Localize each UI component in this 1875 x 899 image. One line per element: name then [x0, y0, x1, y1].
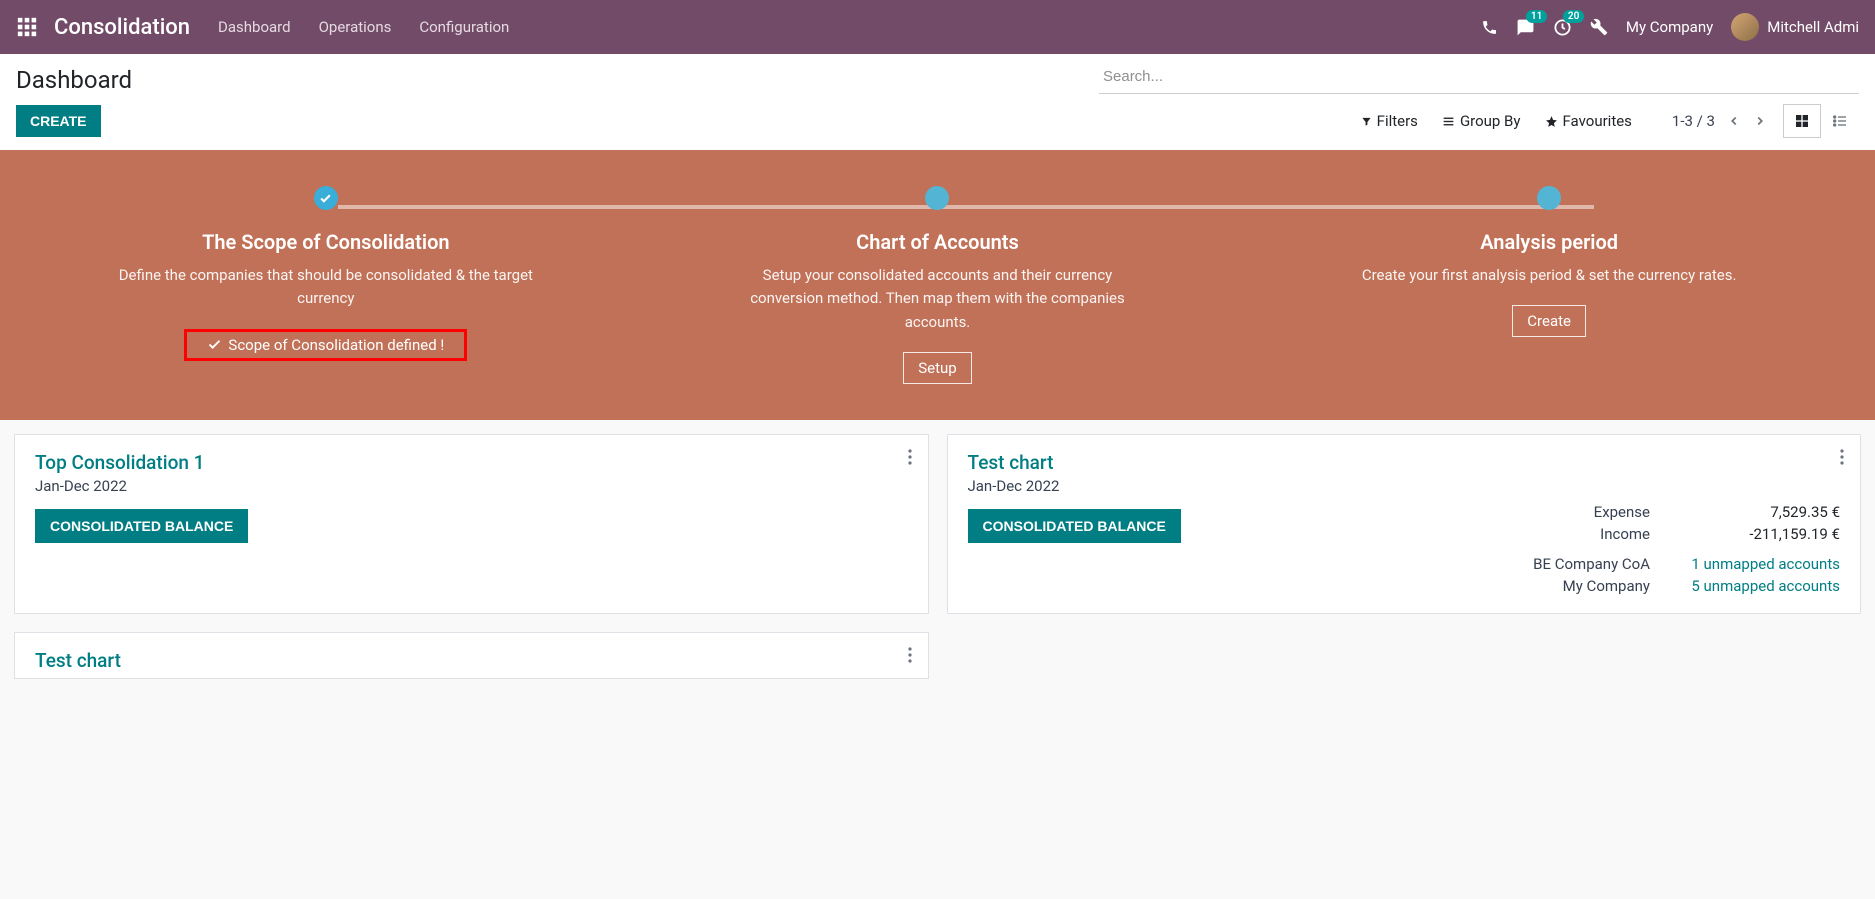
- star-icon: [1545, 115, 1558, 128]
- user-name: Mitchell Admi: [1767, 18, 1859, 36]
- systray: 11 20 My Company Mitchell Admi: [1481, 13, 1859, 41]
- kanban-view: Top Consolidation 1 Jan-Dec 2022 CONSOLI…: [0, 420, 1875, 693]
- app-brand[interactable]: Consolidation: [54, 15, 190, 40]
- filters-dropdown[interactable]: Filters: [1361, 112, 1418, 130]
- check-icon: [207, 337, 222, 352]
- setup-button[interactable]: Setup: [903, 352, 971, 384]
- step-dot: [1537, 186, 1561, 210]
- check-icon: [319, 192, 332, 205]
- scope-defined-status[interactable]: Scope of Consolidation defined !: [184, 329, 467, 361]
- card-menu-icon[interactable]: [908, 449, 912, 465]
- kanban-card[interactable]: Top Consolidation 1 Jan-Dec 2022 CONSOLI…: [14, 434, 929, 614]
- create-period-button[interactable]: Create: [1512, 305, 1586, 337]
- list-icon: [1442, 115, 1455, 128]
- favourites-dropdown[interactable]: Favourites: [1545, 112, 1632, 130]
- kanban-view-button[interactable]: [1783, 104, 1821, 138]
- card-subtitle: Jan-Dec 2022: [35, 477, 908, 495]
- step-dot: [925, 186, 949, 210]
- debug-icon[interactable]: [1590, 18, 1608, 36]
- metric-row: Income -211,159.19 €: [1205, 523, 1840, 545]
- messages-badge: 11: [1526, 10, 1547, 23]
- step-desc: Define the companies that should be cons…: [116, 264, 536, 311]
- step-title: Analysis period: [1339, 230, 1759, 254]
- card-menu-icon[interactable]: [1840, 449, 1844, 465]
- groupby-dropdown[interactable]: Group By: [1442, 112, 1521, 130]
- unmapped-link[interactable]: 1 unmapped accounts: [1690, 555, 1840, 573]
- card-title[interactable]: Test chart: [35, 649, 908, 672]
- activities-icon[interactable]: 20: [1553, 18, 1572, 37]
- unmapped-link[interactable]: 5 unmapped accounts: [1690, 577, 1840, 595]
- kanban-card[interactable]: Test chart Jan-Dec 2022 CONSOLIDATED BAL…: [947, 434, 1862, 614]
- control-panel: Dashboard CREATE Filters Group By Favour…: [0, 54, 1875, 150]
- step-dot-done: [314, 186, 338, 210]
- pager-next[interactable]: [1753, 114, 1767, 128]
- step-desc: Create your first analysis period & set …: [1339, 264, 1759, 287]
- messages-icon[interactable]: 11: [1516, 18, 1535, 37]
- create-button[interactable]: CREATE: [16, 105, 101, 137]
- view-switcher: [1783, 104, 1859, 138]
- activities-badge: 20: [1563, 10, 1584, 23]
- nav-dashboard[interactable]: Dashboard: [218, 18, 291, 36]
- user-menu[interactable]: Mitchell Admi: [1731, 13, 1859, 41]
- company-row: My Company 5 unmapped accounts: [1205, 575, 1840, 597]
- pager: 1-3 / 3: [1672, 112, 1767, 130]
- card-title[interactable]: Top Consolidation 1: [35, 451, 908, 474]
- funnel-icon: [1361, 116, 1372, 127]
- onboarding-step-scope: The Scope of Consolidation Define the co…: [116, 186, 536, 384]
- search-input[interactable]: [1099, 62, 1859, 94]
- phone-icon[interactable]: [1481, 19, 1498, 36]
- metric-row: Expense 7,529.35 €: [1205, 501, 1840, 523]
- onboarding-step-period: Analysis period Create your first analys…: [1339, 186, 1759, 384]
- card-menu-icon[interactable]: [908, 647, 912, 663]
- card-title[interactable]: Test chart: [968, 451, 1841, 474]
- consolidated-balance-button[interactable]: CONSOLIDATED BALANCE: [968, 509, 1181, 543]
- list-view-button[interactable]: [1821, 104, 1859, 138]
- company-row: BE Company CoA 1 unmapped accounts: [1205, 553, 1840, 575]
- step-title: Chart of Accounts: [727, 230, 1147, 254]
- nav-menu: Dashboard Operations Configuration: [218, 18, 509, 36]
- step-title: The Scope of Consolidation: [116, 230, 536, 254]
- consolidated-balance-button[interactable]: CONSOLIDATED BALANCE: [35, 509, 248, 543]
- nav-configuration[interactable]: Configuration: [419, 18, 509, 36]
- onboarding-banner: The Scope of Consolidation Define the co…: [0, 150, 1875, 420]
- card-subtitle: Jan-Dec 2022: [968, 477, 1841, 495]
- kanban-card[interactable]: Test chart: [14, 632, 929, 679]
- nav-operations[interactable]: Operations: [319, 18, 392, 36]
- onboarding-step-coa: Chart of Accounts Setup your consolidate…: [727, 186, 1147, 384]
- top-navbar: Consolidation Dashboard Operations Confi…: [0, 0, 1875, 54]
- step-desc: Setup your consolidated accounts and the…: [727, 264, 1147, 334]
- page-title: Dashboard: [16, 62, 132, 94]
- pager-prev[interactable]: [1727, 114, 1741, 128]
- company-switcher[interactable]: My Company: [1626, 18, 1713, 36]
- pager-value[interactable]: 1-3 / 3: [1672, 112, 1715, 130]
- card-metrics: Expense 7,529.35 € Income -211,159.19 € …: [1205, 501, 1840, 597]
- avatar: [1731, 13, 1759, 41]
- apps-icon[interactable]: [16, 16, 38, 38]
